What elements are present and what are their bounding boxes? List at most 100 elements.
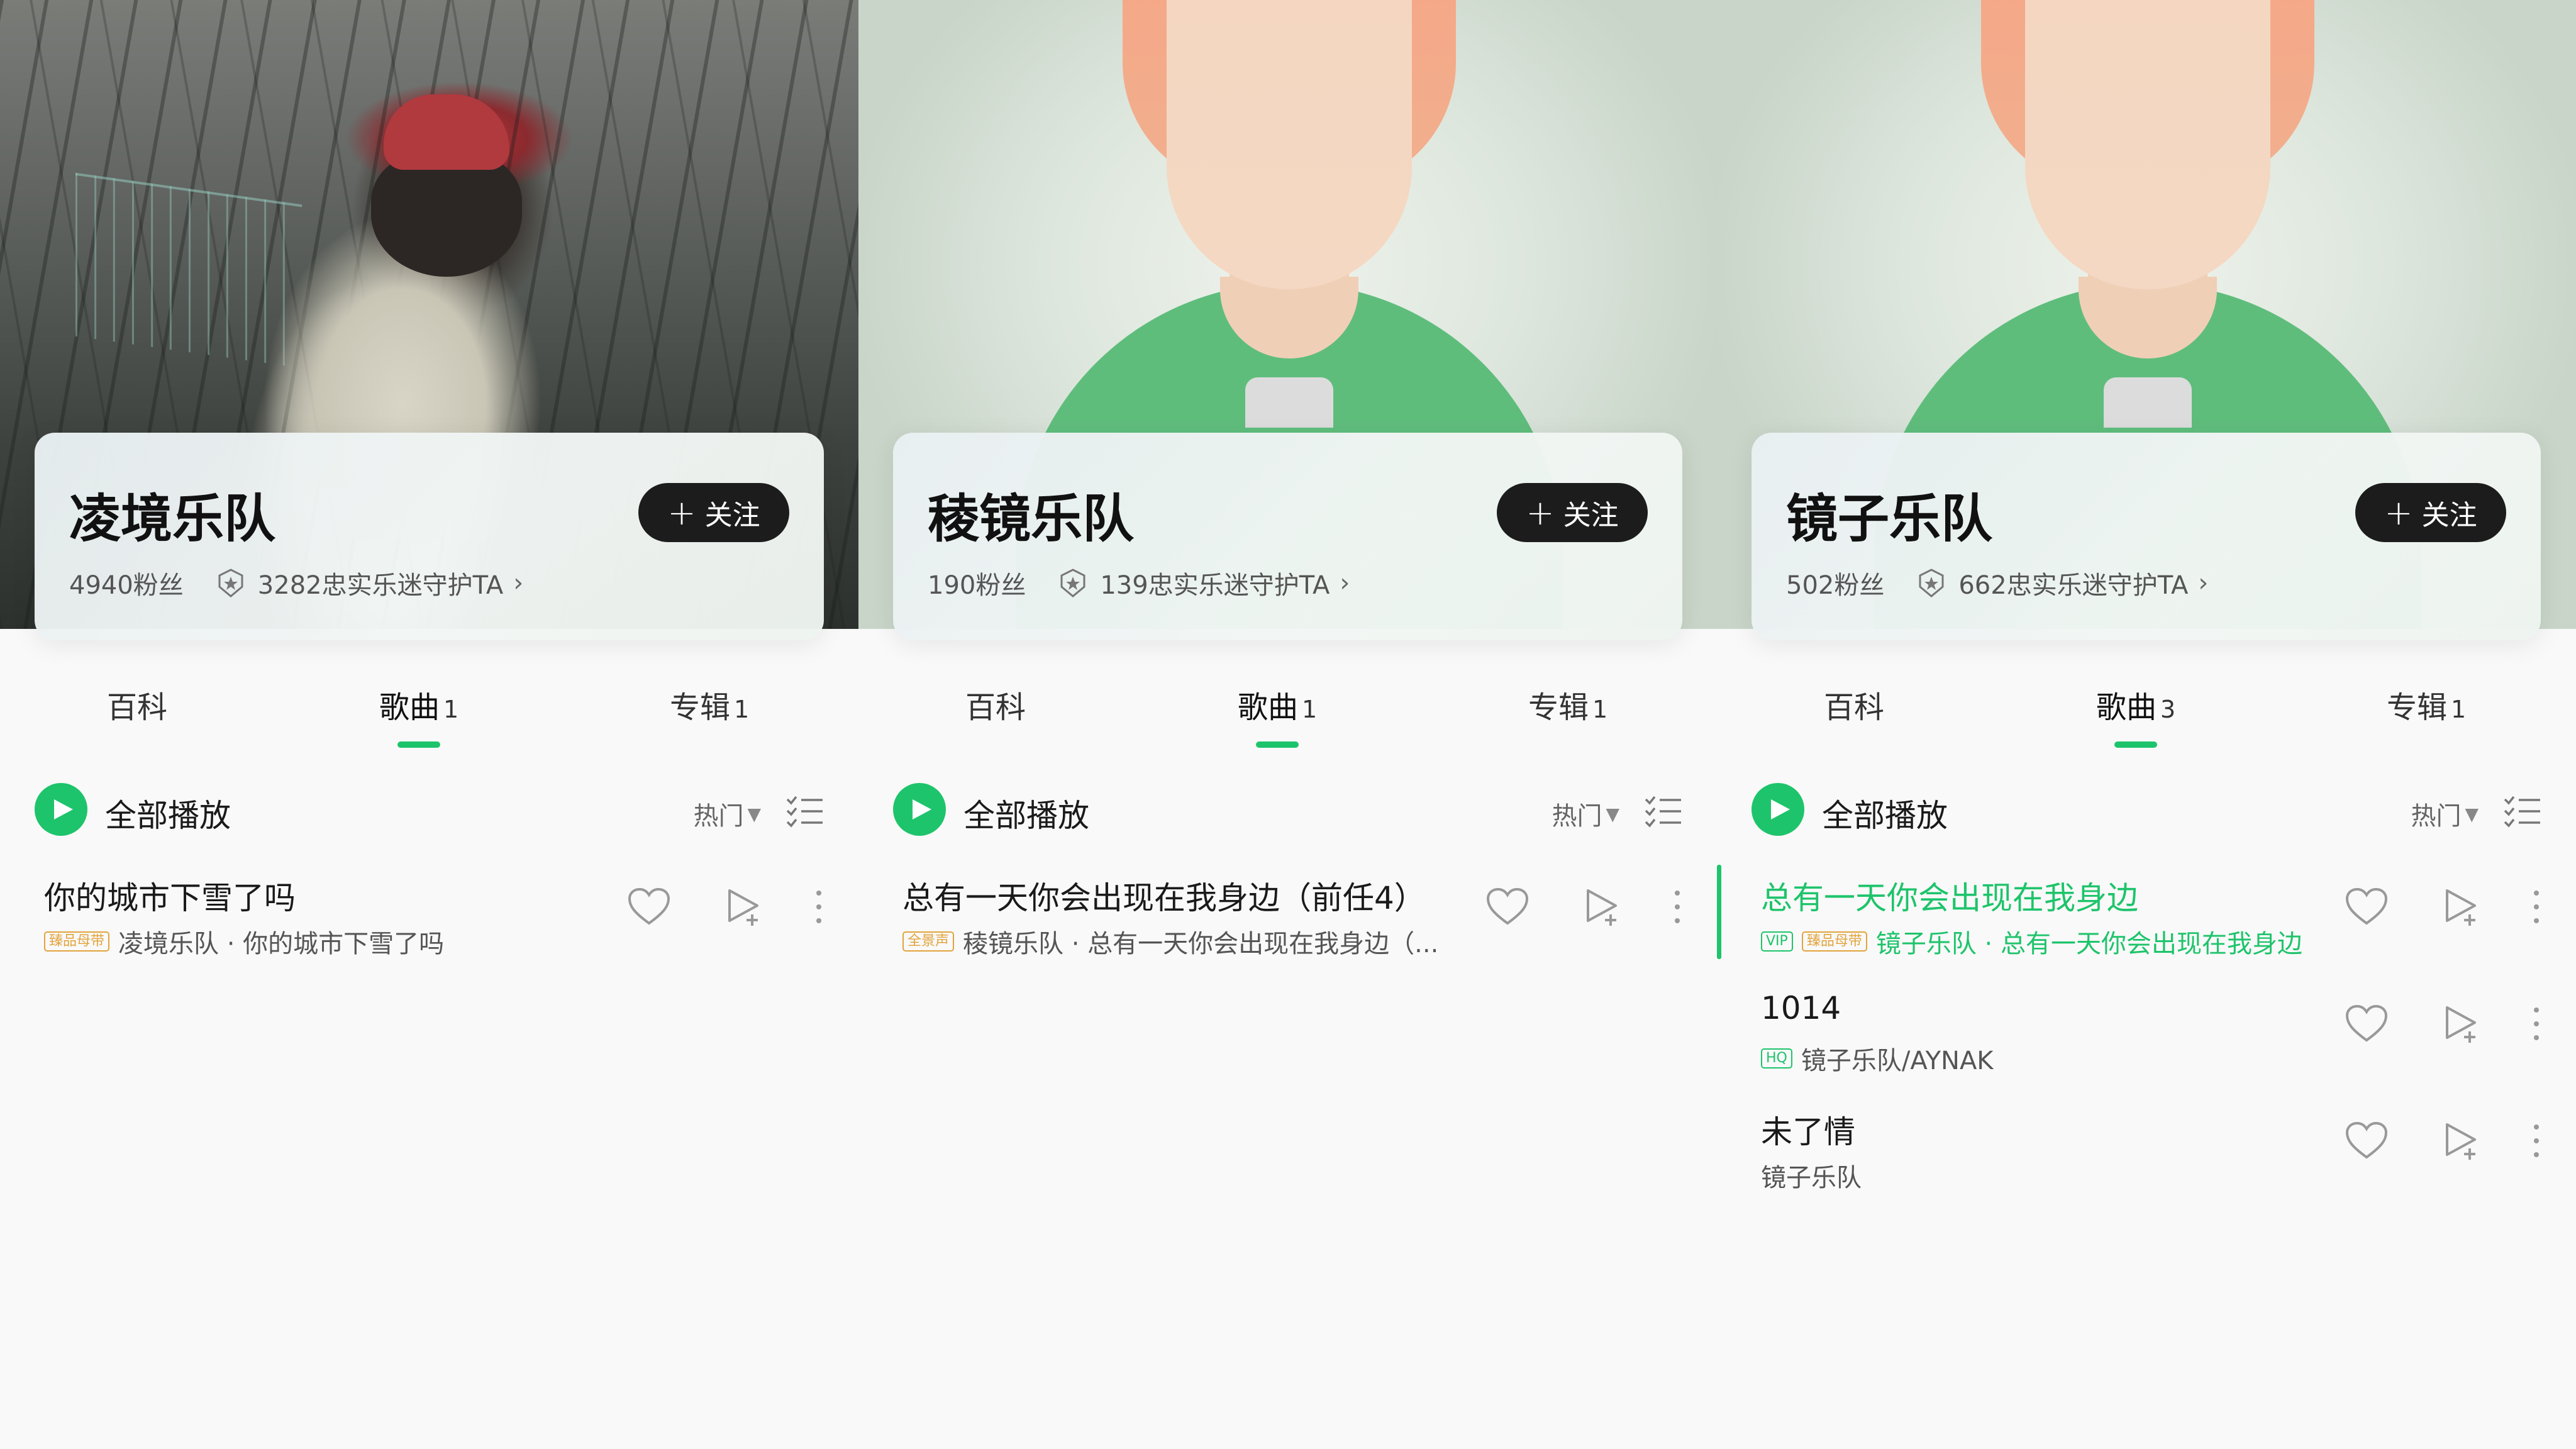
play-all-button[interactable] bbox=[1752, 783, 1804, 836]
artist-stats[interactable]: 190粉丝 139忠实乐迷守护TA › bbox=[928, 565, 1350, 601]
loyal-fans-text: 662忠实乐迷守护TA bbox=[1958, 571, 2189, 600]
follow-button[interactable]: + 关注 bbox=[638, 483, 789, 542]
tab-label: 歌曲 bbox=[379, 690, 440, 725]
artist-info-card: 稜镜乐队 + 关注 190粉丝 139忠实乐迷守护TA › bbox=[893, 433, 1682, 640]
more-icon[interactable] bbox=[2531, 887, 2541, 927]
song-list: 总有一天你会出现在我身边（前任4） 全景声 稜镜乐队 · 总有一天你会出现在我身… bbox=[858, 862, 1717, 979]
add-to-playlist-icon[interactable] bbox=[2442, 1004, 2482, 1044]
play-all-label[interactable]: 全部播放 bbox=[963, 791, 1089, 836]
tab-albums[interactable]: 专辑 1 bbox=[670, 682, 749, 726]
fans-count: 502粉丝 bbox=[1786, 571, 1885, 600]
list-select-icon[interactable] bbox=[2502, 794, 2541, 828]
add-to-playlist-icon[interactable] bbox=[2442, 1121, 2482, 1161]
tab-songs[interactable]: 歌曲 1 bbox=[379, 682, 459, 748]
song-actions bbox=[2345, 887, 2541, 927]
follow-label: 关注 bbox=[2421, 499, 2477, 531]
tab-wiki[interactable]: 百科 bbox=[965, 682, 1026, 726]
song-actions bbox=[2345, 1121, 2541, 1161]
heart-icon[interactable] bbox=[627, 887, 671, 927]
tab-count: 1 bbox=[2451, 696, 2467, 723]
quality-badge: 臻品母带 bbox=[44, 931, 110, 952]
plus-icon: + bbox=[667, 492, 696, 533]
chevron-right-icon: › bbox=[513, 569, 524, 597]
sort-dropdown[interactable]: 热门 ▼ bbox=[1552, 796, 1619, 832]
tab-label: 百科 bbox=[965, 690, 1026, 725]
tab-wiki[interactable]: 百科 bbox=[1824, 682, 1884, 726]
artist-stats[interactable]: 4940粉丝 3282忠实乐迷守护TA › bbox=[69, 565, 523, 601]
song-title: 未了情 bbox=[1761, 1114, 1855, 1150]
tab-songs[interactable]: 歌曲 3 bbox=[2096, 682, 2176, 748]
tab-wiki[interactable]: 百科 bbox=[107, 682, 167, 726]
heart-icon[interactable] bbox=[1485, 887, 1530, 927]
more-icon[interactable] bbox=[814, 887, 824, 927]
tab-count: 1 bbox=[1592, 696, 1608, 723]
tab-active-indicator bbox=[397, 741, 441, 748]
song-row-now-playing[interactable]: 总有一天你会出现在我身边 VIP 臻品母带 镜子乐队 · 总有一天你会出现在我身… bbox=[1717, 862, 2576, 979]
sort-caret-icon: ▼ bbox=[1606, 803, 1619, 824]
song-subtitle: 凌境乐队 · 你的城市下雪了吗 bbox=[118, 930, 445, 958]
sort-label: 热门 bbox=[2411, 802, 2462, 831]
tab-count: 1 bbox=[443, 696, 459, 723]
song-row[interactable]: 未了情 镜子乐队 bbox=[1717, 1096, 2576, 1213]
follow-button[interactable]: + 关注 bbox=[2355, 483, 2506, 542]
play-all-bar: 全部播放 热门 ▼ bbox=[35, 783, 824, 840]
song-subtitle: 镜子乐队/AYNAK bbox=[1801, 1046, 1994, 1075]
sort-dropdown[interactable]: 热门 ▼ bbox=[693, 796, 761, 832]
add-to-playlist-icon[interactable] bbox=[1583, 887, 1623, 927]
song-actions bbox=[1485, 887, 1682, 927]
tab-albums[interactable]: 专辑 1 bbox=[2387, 682, 2466, 726]
follow-label: 关注 bbox=[1563, 499, 1619, 531]
song-row[interactable]: 总有一天你会出现在我身边（前任4） 全景声 稜镜乐队 · 总有一天你会出现在我身… bbox=[858, 862, 1717, 979]
play-all-label[interactable]: 全部播放 bbox=[105, 791, 231, 836]
song-title: 你的城市下雪了吗 bbox=[44, 880, 296, 916]
shield-icon bbox=[1060, 569, 1085, 597]
heart-icon[interactable] bbox=[2345, 1121, 2389, 1161]
tab-label: 歌曲 bbox=[1238, 690, 1299, 725]
plus-icon: + bbox=[1526, 492, 1555, 533]
chevron-right-icon: › bbox=[1340, 569, 1350, 597]
vip-badge: VIP bbox=[1761, 931, 1793, 952]
artist-screen-1: 凌境乐队 + 关注 4940粉丝 3282忠实乐迷守护TA › 百科 歌曲 1 … bbox=[0, 0, 858, 1449]
list-select-icon[interactable] bbox=[1643, 794, 1682, 828]
tab-label: 百科 bbox=[107, 690, 168, 725]
song-row[interactable]: 你的城市下雪了吗 臻品母带 凌境乐队 · 你的城市下雪了吗 bbox=[0, 862, 858, 979]
add-to-playlist-icon[interactable] bbox=[2442, 887, 2482, 927]
artist-stats[interactable]: 502粉丝 662忠实乐迷守护TA › bbox=[1786, 565, 2208, 601]
follow-button[interactable]: + 关注 bbox=[1497, 483, 1648, 542]
list-select-icon[interactable] bbox=[785, 794, 824, 828]
quality-badge: 臻品母带 bbox=[1801, 931, 1867, 952]
tab-bar: 百科 歌曲 1 专辑 1 bbox=[858, 682, 1717, 758]
artist-screen-2: 稜镜乐队 + 关注 190粉丝 139忠实乐迷守护TA › 百科 歌曲 1 专辑… bbox=[858, 0, 1717, 1449]
tab-label: 专辑 bbox=[670, 690, 731, 725]
hq-badge: HQ bbox=[1761, 1048, 1792, 1069]
artist-screen-3: 镜子乐队 + 关注 502粉丝 662忠实乐迷守护TA › 百科 歌曲 3 专辑… bbox=[1717, 0, 2576, 1449]
tab-count: 1 bbox=[1302, 696, 1318, 723]
fans-count: 4940粉丝 bbox=[69, 571, 184, 600]
tab-songs[interactable]: 歌曲 1 bbox=[1238, 682, 1318, 748]
tab-label: 专辑 bbox=[2387, 690, 2448, 725]
play-all-label[interactable]: 全部播放 bbox=[1822, 791, 1948, 836]
song-title: 总有一天你会出现在我身边（前任4） bbox=[902, 880, 1426, 916]
shield-icon bbox=[218, 569, 243, 597]
sort-dropdown[interactable]: 热门 ▼ bbox=[2411, 796, 2479, 832]
play-all-button[interactable] bbox=[35, 783, 87, 836]
more-icon[interactable] bbox=[2531, 1004, 2541, 1044]
add-to-playlist-icon[interactable] bbox=[724, 887, 765, 927]
heart-icon[interactable] bbox=[2345, 887, 2389, 927]
more-icon[interactable] bbox=[1672, 887, 1682, 927]
follow-label: 关注 bbox=[704, 499, 760, 531]
more-icon[interactable] bbox=[2531, 1121, 2541, 1161]
screens: 凌境乐队 + 关注 4940粉丝 3282忠实乐迷守护TA › 百科 歌曲 1 … bbox=[0, 0, 2576, 1449]
tab-active-indicator bbox=[1256, 741, 1299, 748]
tab-count: 3 bbox=[2160, 696, 2176, 723]
song-row[interactable]: 1014 HQ 镜子乐队/AYNAK bbox=[1717, 979, 2576, 1096]
quality-badge: 全景声 bbox=[902, 931, 955, 952]
song-list: 你的城市下雪了吗 臻品母带 凌境乐队 · 你的城市下雪了吗 bbox=[0, 862, 858, 979]
tab-albums[interactable]: 专辑 1 bbox=[1528, 682, 1607, 726]
heart-icon[interactable] bbox=[2345, 1004, 2389, 1044]
song-meta: 臻品母带 凌境乐队 · 你的城市下雪了吗 bbox=[44, 923, 444, 960]
artist-info-card: 凌境乐队 + 关注 4940粉丝 3282忠实乐迷守护TA › bbox=[35, 433, 824, 640]
play-all-button[interactable] bbox=[893, 783, 946, 836]
song-subtitle: 镜子乐队 bbox=[1761, 1163, 1862, 1192]
loyal-fans-text: 139忠实乐迷守护TA bbox=[1100, 571, 1330, 600]
